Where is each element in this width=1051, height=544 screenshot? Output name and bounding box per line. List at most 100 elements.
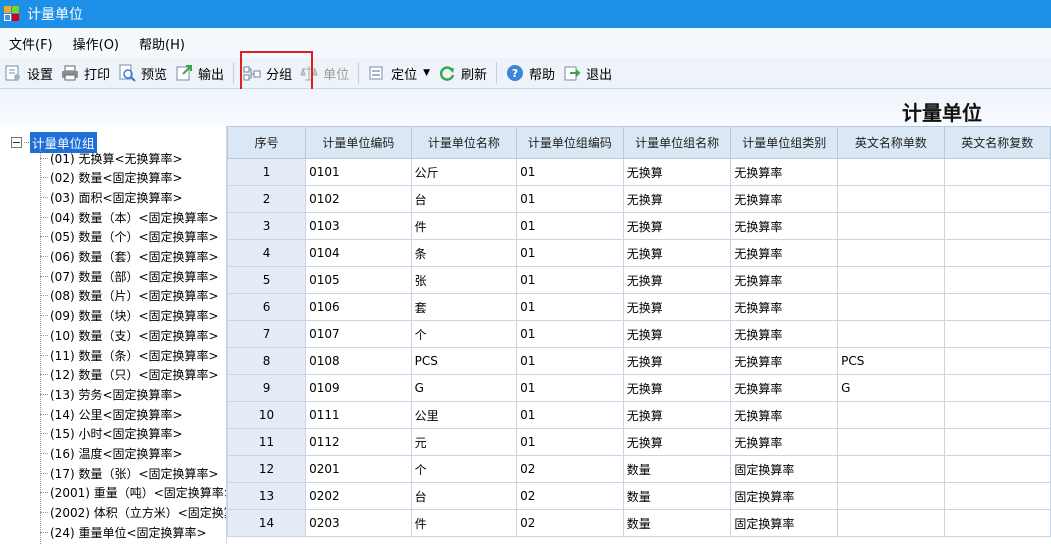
- menu-file[interactable]: 文件(F): [9, 34, 53, 53]
- table-cell[interactable]: [837, 212, 945, 240]
- row-number-cell[interactable]: 8: [227, 347, 307, 375]
- table-cell[interactable]: 元: [410, 428, 518, 456]
- table-cell[interactable]: 02: [516, 455, 624, 483]
- tree-node[interactable]: (02) 数量<固定换算率>: [40, 168, 183, 188]
- table-row[interactable]: 6 0106 套 01 无换算 无换算率: [227, 293, 1051, 321]
- tree-node[interactable]: (13) 劳务<固定换算率>: [40, 384, 183, 404]
- table-row[interactable]: 7 0107 个 01 无换算 无换算率: [227, 320, 1051, 348]
- help-button[interactable]: ? 帮助: [502, 60, 559, 86]
- table-cell[interactable]: 无换算: [622, 239, 732, 267]
- table-cell[interactable]: 固定换算率: [730, 509, 839, 537]
- table-cell[interactable]: [943, 185, 1051, 213]
- table-cell[interactable]: 01: [516, 374, 624, 402]
- table-cell[interactable]: 01: [516, 212, 624, 240]
- table-cell[interactable]: [943, 212, 1051, 240]
- table-cell[interactable]: 01: [516, 293, 624, 321]
- table-cell[interactable]: 无换算: [622, 374, 732, 402]
- row-number-cell[interactable]: 5: [227, 266, 307, 294]
- print-button[interactable]: 打印: [57, 60, 114, 86]
- table-cell[interactable]: 0103: [305, 212, 412, 240]
- preview-button[interactable]: 预览: [114, 60, 171, 86]
- row-number-cell[interactable]: 3: [227, 212, 307, 240]
- table-cell[interactable]: 无换算: [622, 212, 732, 240]
- table-row[interactable]: 1 0101 公斤 01 无换算 无换算率: [227, 158, 1051, 186]
- table-row[interactable]: 10 0111 公里 01 无换算 无换算率: [227, 401, 1051, 429]
- exit-button[interactable]: 退出: [559, 60, 616, 86]
- table-cell[interactable]: 无换算: [622, 293, 732, 321]
- table-cell[interactable]: 01: [516, 347, 624, 375]
- table-cell[interactable]: 无换算率: [730, 401, 839, 429]
- table-cell[interactable]: 0102: [305, 185, 412, 213]
- table-cell[interactable]: [943, 347, 1051, 375]
- row-number-cell[interactable]: 6: [227, 293, 307, 321]
- table-cell[interactable]: [837, 239, 945, 267]
- tree-node[interactable]: (24) 重量单位<固定换算率>: [40, 522, 207, 542]
- table-row[interactable]: 12 0201 个 02 数量 固定换算率: [227, 455, 1051, 483]
- table-cell[interactable]: 件: [410, 212, 518, 240]
- table-cell[interactable]: [837, 158, 945, 186]
- settings-button[interactable]: 设置: [0, 60, 57, 86]
- table-cell[interactable]: 02: [516, 509, 624, 537]
- table-cell[interactable]: G: [410, 374, 518, 402]
- table-cell[interactable]: 无换算率: [730, 158, 839, 186]
- row-number-cell[interactable]: 7: [227, 320, 307, 348]
- table-cell[interactable]: [837, 185, 945, 213]
- table-cell[interactable]: [943, 320, 1051, 348]
- tree-node[interactable]: (03) 面积<固定换算率>: [40, 187, 183, 207]
- tree-node[interactable]: (15) 小时<固定换算率>: [40, 424, 183, 444]
- tree-node[interactable]: (16) 温度<固定换算率>: [40, 444, 183, 464]
- tree-node[interactable]: (06) 数量（套）<固定换算率>: [40, 247, 219, 267]
- table-cell[interactable]: [943, 293, 1051, 321]
- tree-node[interactable]: (10) 数量（支）<固定换算率>: [40, 325, 219, 345]
- row-number-cell[interactable]: 2: [227, 185, 307, 213]
- table-cell[interactable]: PCS: [837, 347, 945, 375]
- table-cell[interactable]: G: [837, 374, 945, 402]
- table-cell[interactable]: 数量: [622, 482, 732, 510]
- column-header[interactable]: 计量单位组名称: [622, 126, 732, 159]
- table-cell[interactable]: 0101: [305, 158, 412, 186]
- table-cell[interactable]: 无换算: [622, 320, 732, 348]
- table-cell[interactable]: 0111: [305, 401, 412, 429]
- table-cell[interactable]: 张: [410, 266, 518, 294]
- table-cell[interactable]: 01: [516, 428, 624, 456]
- table-cell[interactable]: 无换算率: [730, 428, 839, 456]
- row-number-cell[interactable]: 14: [227, 509, 307, 537]
- table-cell[interactable]: [837, 509, 945, 537]
- table-row[interactable]: 13 0202 台 02 数量 固定换算率: [227, 482, 1051, 510]
- export-button[interactable]: 输出: [171, 60, 228, 86]
- tree-node[interactable]: (17) 数量（张）<固定换算率>: [40, 463, 219, 483]
- table-row[interactable]: 11 0112 元 01 无换算 无换算率: [227, 428, 1051, 456]
- table-cell[interactable]: 0109: [305, 374, 412, 402]
- tree-node[interactable]: (14) 公里<固定换算率>: [40, 404, 183, 424]
- column-header[interactable]: 计量单位名称: [410, 126, 518, 159]
- table-cell[interactable]: [943, 158, 1051, 186]
- table-cell[interactable]: [943, 239, 1051, 267]
- column-header[interactable]: 计量单位组编码: [516, 126, 624, 159]
- table-cell[interactable]: 无换算: [622, 158, 732, 186]
- row-number-cell[interactable]: 11: [227, 428, 307, 456]
- table-cell[interactable]: [837, 266, 945, 294]
- table-cell[interactable]: 无换算率: [730, 266, 839, 294]
- table-cell[interactable]: 01: [516, 158, 624, 186]
- table-row[interactable]: 14 0203 件 02 数量 固定换算率: [227, 509, 1051, 537]
- row-number-cell[interactable]: 9: [227, 374, 307, 402]
- table-cell[interactable]: [943, 266, 1051, 294]
- table-cell[interactable]: [943, 428, 1051, 456]
- table-cell[interactable]: 02: [516, 482, 624, 510]
- table-cell[interactable]: 公斤: [410, 158, 518, 186]
- table-cell[interactable]: 01: [516, 239, 624, 267]
- table-cell[interactable]: 0202: [305, 482, 412, 510]
- row-number-cell[interactable]: 4: [227, 239, 307, 267]
- table-cell[interactable]: 数量: [622, 509, 732, 537]
- column-header[interactable]: 计量单位组类别: [730, 126, 839, 159]
- table-cell[interactable]: 件: [410, 509, 518, 537]
- table-row[interactable]: 9 0109 G 01 无换算 无换算率 G: [227, 374, 1051, 402]
- table-cell[interactable]: PCS: [410, 347, 518, 375]
- column-header[interactable]: 英文名称复数: [943, 126, 1051, 159]
- menu-operation[interactable]: 操作(O): [73, 34, 119, 53]
- table-cell[interactable]: [837, 320, 945, 348]
- row-number-cell[interactable]: 13: [227, 482, 307, 510]
- column-header[interactable]: 计量单位编码: [305, 126, 412, 159]
- table-cell[interactable]: 0104: [305, 239, 412, 267]
- table-cell[interactable]: 数量: [622, 455, 732, 483]
